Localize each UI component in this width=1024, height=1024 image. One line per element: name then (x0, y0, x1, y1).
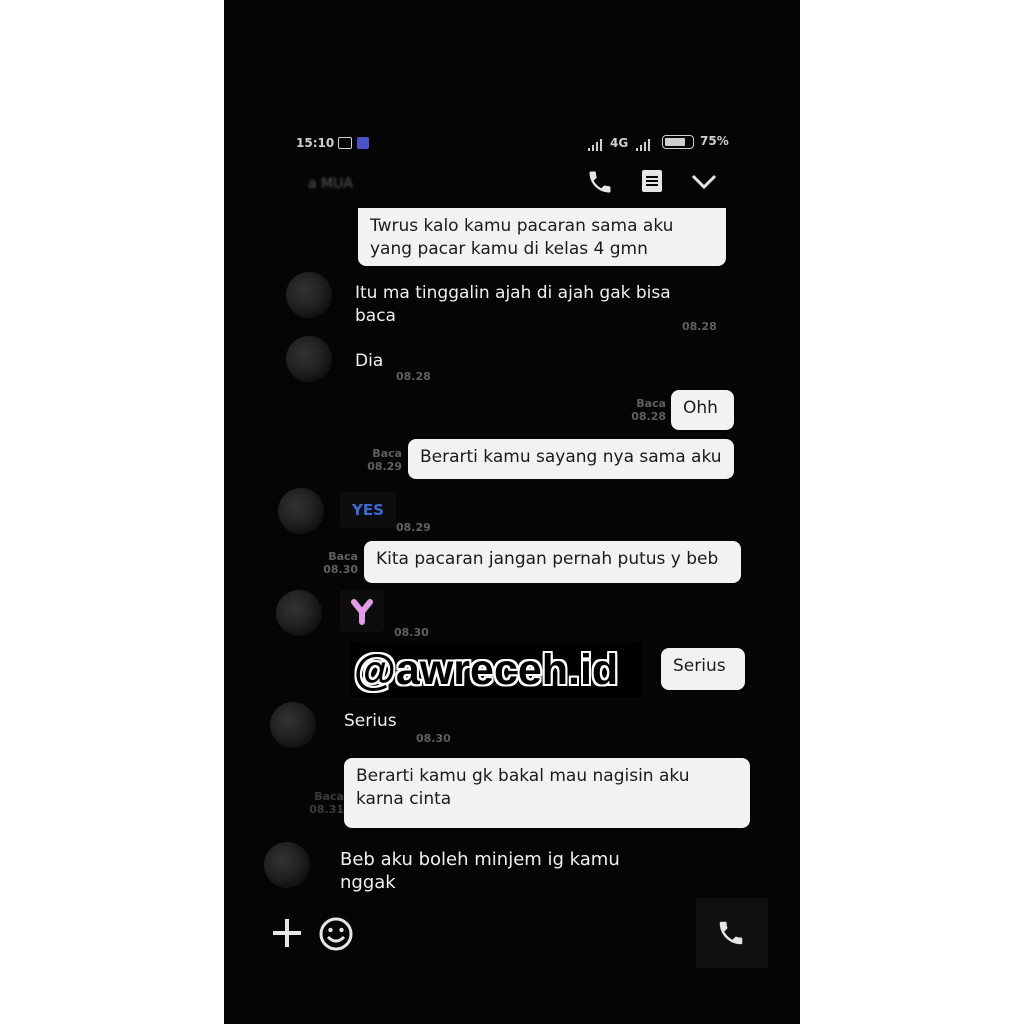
message-text: yang pacar kamu di kelas 4 gmn (370, 239, 648, 259)
heart-sticker-icon (351, 599, 373, 625)
network-type: 4G (610, 136, 629, 150)
message-bubble-outgoing: Kita pacaran jangan pernah putus y beb (364, 541, 741, 583)
message-text: Berarti kamu gk bakal mau nagisin aku (356, 766, 690, 786)
message-text: Serius (673, 656, 726, 676)
message-time: 08.28 (396, 370, 431, 383)
message-text: Ohh (683, 398, 718, 418)
message-time: 08.29 (396, 521, 431, 534)
app-notification-icon (357, 137, 369, 149)
avatar[interactable] (264, 842, 310, 888)
message-bubble-incoming: Dia (355, 350, 383, 373)
message-text: Beb aku boleh minjem ig kamu (340, 849, 620, 870)
contact-name[interactable]: a MUA (308, 176, 353, 192)
message-text: karna cinta (356, 789, 452, 809)
message-bubble-outgoing: Berarti kamu gk bakal mau nagisin aku ka… (344, 758, 750, 828)
message-text: Serius (344, 711, 397, 731)
message-text: Itu ma tinggalin ajah di ajah gak bisa (355, 283, 671, 303)
message-bubble-incoming: Serius (344, 710, 397, 733)
sticker-message[interactable] (340, 590, 384, 632)
call-button[interactable] (696, 898, 768, 968)
avatar[interactable] (270, 702, 316, 748)
avatar[interactable] (278, 488, 324, 534)
watermark: @awreceh.id (354, 646, 619, 694)
avatar[interactable] (286, 272, 332, 318)
read-status: Baca 08.28 (631, 397, 666, 423)
message-text: Berarti kamu sayang nya sama aku (420, 447, 722, 467)
yes-emoji-text: YES (352, 501, 384, 519)
message-text: Twrus kalo kamu pacaran sama aku (370, 216, 674, 236)
read-status: Baca 08.31 (309, 790, 344, 816)
message-time: 08.30 (416, 732, 451, 745)
plus-icon[interactable] (270, 916, 304, 950)
phone-screen: 15:10 4G 75% a MUA Twrus kalo kamu pacar… (224, 0, 800, 1024)
message-bubble-outgoing: Berarti kamu sayang nya sama aku (408, 439, 734, 479)
message-text: Dia (355, 351, 384, 371)
message-bubble-incoming: Beb aku boleh minjem ig kamu nggak (340, 848, 670, 894)
message-bubble-outgoing: Serius (661, 648, 745, 690)
message-text: baca (355, 306, 396, 326)
signal-icon-2 (636, 136, 654, 151)
status-time: 15:10 (296, 136, 335, 150)
call-icon[interactable] (586, 168, 614, 196)
avatar[interactable] (286, 336, 332, 382)
message-bubble-outgoing: Twrus kalo kamu pacaran sama aku yang pa… (358, 208, 726, 266)
message-time: 08.30 (394, 626, 429, 639)
signal-icon (588, 136, 606, 151)
menu-icon[interactable] (641, 169, 663, 193)
smiley-icon[interactable] (318, 916, 354, 952)
read-status: Baca 08.29 (367, 447, 402, 473)
read-status: Baca 08.30 (323, 550, 358, 576)
message-bubble-incoming: YES (340, 492, 396, 528)
message-text: Kita pacaran jangan pernah putus y beb (376, 549, 719, 569)
avatar[interactable] (276, 590, 322, 636)
battery-level: 75% (700, 134, 729, 148)
message-bubble-outgoing: Ohh (671, 390, 734, 430)
battery-icon (662, 135, 694, 149)
message-text: nggak (340, 872, 396, 893)
message-time: 08.28 (682, 320, 717, 333)
message-notification-icon (338, 137, 352, 149)
phone-icon (716, 918, 746, 948)
message-bubble-incoming: Itu ma tinggalin ajah di ajah gak bisa b… (355, 282, 715, 328)
chevron-down-icon[interactable] (690, 172, 718, 190)
